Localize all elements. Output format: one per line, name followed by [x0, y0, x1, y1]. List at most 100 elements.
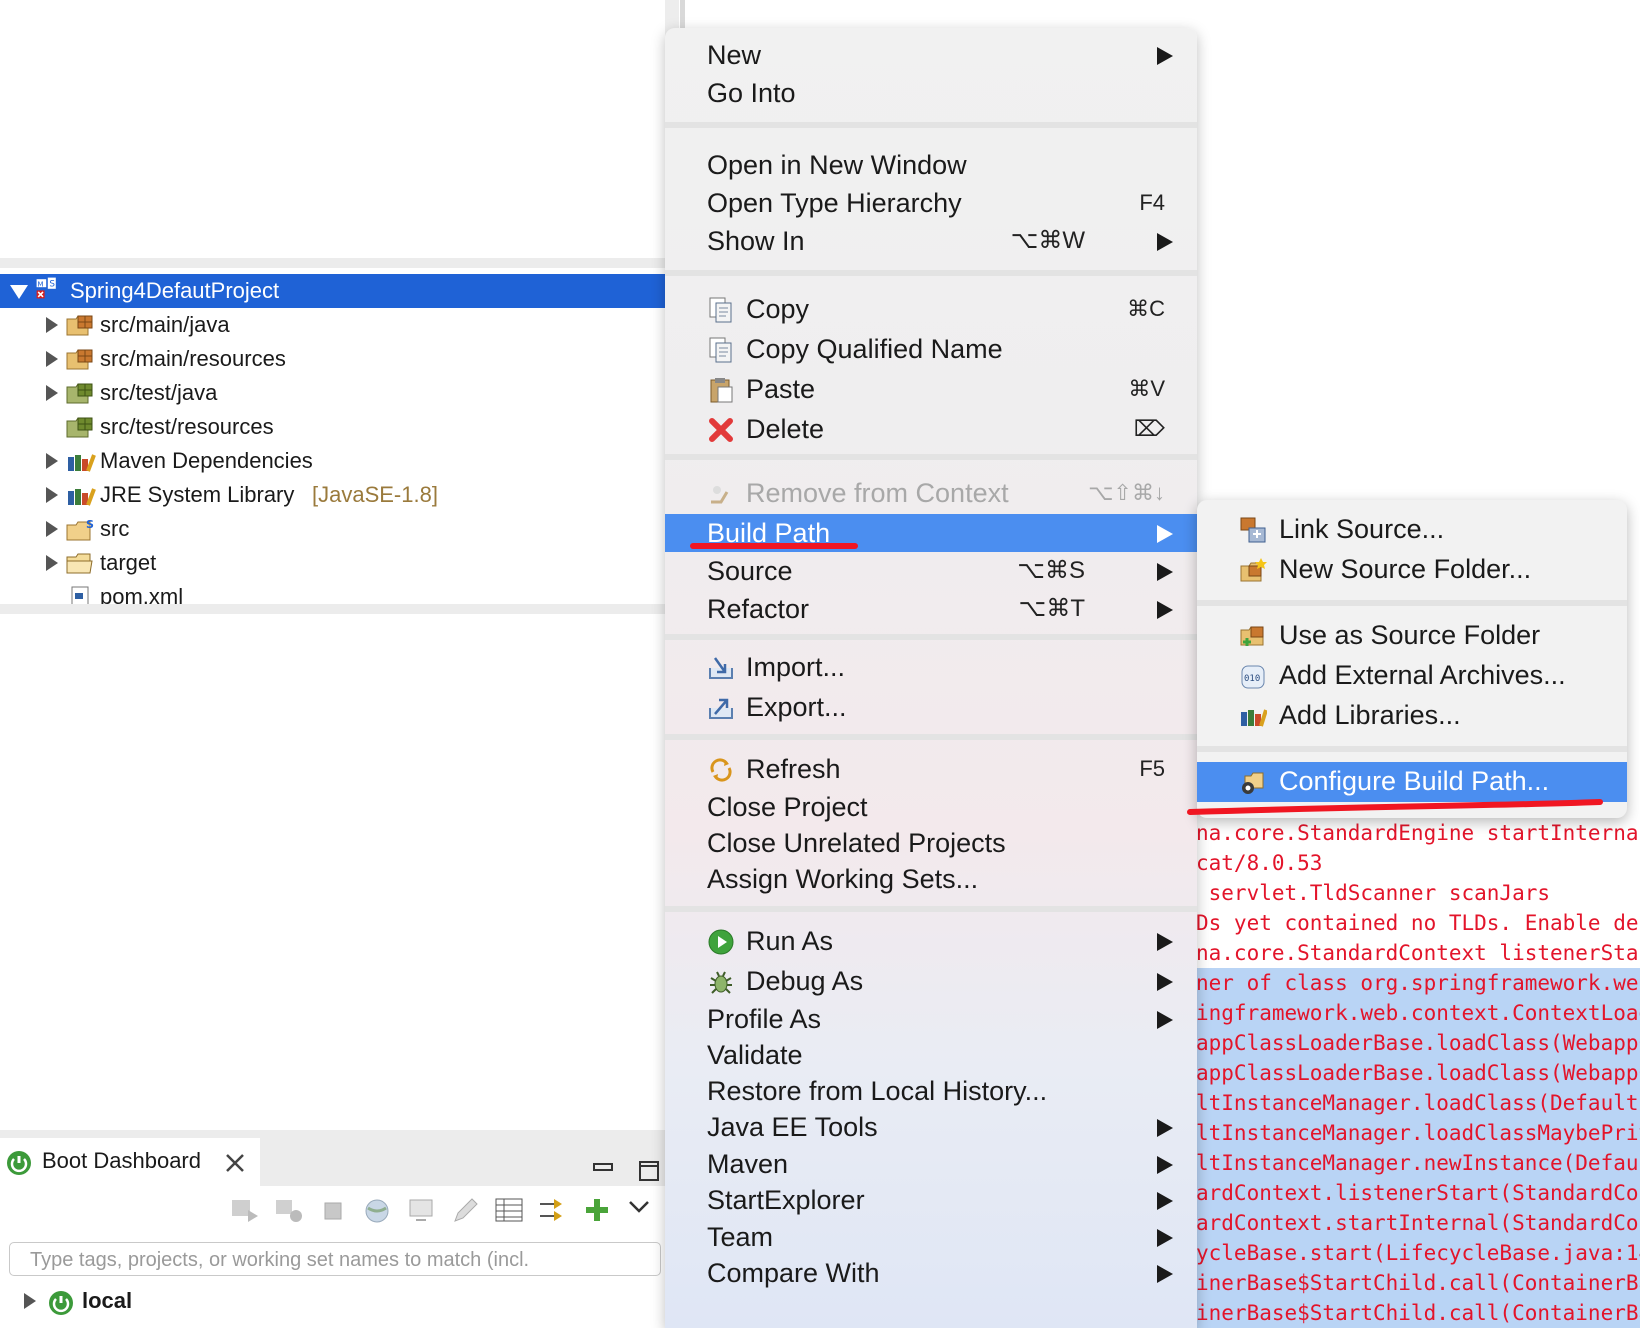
- menu-item-open-type-hierarchy[interactable]: Open Type Hierarchy F4: [665, 184, 1197, 222]
- menu-item-delete[interactable]: Delete ⌦: [665, 410, 1197, 448]
- expand-twisty-icon[interactable]: [46, 453, 58, 469]
- menu-item-close-unrelated[interactable]: Close Unrelated Projects: [665, 824, 1197, 862]
- context-menu: New Go Into Open in New Window Open Type…: [665, 28, 1197, 1328]
- new-source-folder-icon: [1240, 558, 1267, 582]
- properties-icon[interactable]: [494, 1196, 524, 1224]
- menu-separator: [665, 734, 1197, 740]
- menu-item-copy[interactable]: Copy ⌘C: [665, 290, 1197, 328]
- console-line: na.core.StandardContext listenerStart: [1196, 941, 1640, 965]
- submenu-arrow-icon: [1157, 525, 1173, 543]
- menu-item-team[interactable]: Team: [665, 1218, 1197, 1256]
- menu-item-label: Refactor: [707, 594, 810, 624]
- start-icon[interactable]: [230, 1196, 260, 1224]
- menu-item-copy-qualified-name[interactable]: Copy Qualified Name: [665, 330, 1197, 368]
- close-icon[interactable]: [224, 1152, 246, 1174]
- menu-item-assign-working-sets[interactable]: Assign Working Sets...: [665, 860, 1197, 898]
- menu-item-show-in[interactable]: Show In ⌥⌘W: [665, 222, 1197, 260]
- submenu-item-add-libraries[interactable]: Add Libraries...: [1197, 696, 1627, 734]
- add-icon[interactable]: [582, 1196, 612, 1224]
- submenu-arrow-icon: [1157, 563, 1173, 581]
- menu-item-open-new-window[interactable]: Open in New Window: [665, 146, 1197, 184]
- submenu-item-link-source[interactable]: Link Source...: [1197, 510, 1627, 548]
- menu-item-export[interactable]: Export...: [665, 688, 1197, 726]
- console-line: ardContext.startInternal(StandardConte: [1196, 1208, 1640, 1238]
- menu-item-maven[interactable]: Maven: [665, 1145, 1197, 1183]
- menu-item-java-ee-tools[interactable]: Java EE Tools: [665, 1108, 1197, 1146]
- tree-item-label: Spring4DefautProject: [70, 278, 280, 303]
- run-icon: [708, 929, 734, 955]
- console-line: appClassLoaderBase.loadClass(WebappCla: [1196, 1028, 1640, 1058]
- menu-item-debug-as[interactable]: Debug As: [665, 962, 1197, 1000]
- boot-dashboard-tab[interactable]: Boot Dashboard: [0, 1138, 260, 1186]
- expand-twisty-icon[interactable]: [24, 1293, 36, 1309]
- menu-item-refresh[interactable]: Refresh F5: [665, 750, 1197, 788]
- menu-item-label: Import...: [746, 652, 846, 682]
- menu-item-restore-history[interactable]: Restore from Local History...: [665, 1072, 1197, 1110]
- tree-item-local[interactable]: local: [0, 1282, 665, 1328]
- expand-twisty-icon[interactable]: [46, 555, 58, 571]
- submenu-arrow-icon: [1157, 601, 1173, 619]
- submenu-item-add-external-archives[interactable]: 010 Add External Archives...: [1197, 656, 1627, 694]
- expand-twisty-icon[interactable]: [46, 351, 58, 367]
- menu-item-label: StartExplorer: [707, 1185, 865, 1215]
- minimize-icon[interactable]: [592, 1160, 614, 1174]
- stop-icon[interactable]: [318, 1196, 348, 1224]
- menu-item-validate[interactable]: Validate: [665, 1036, 1197, 1074]
- menu-item-shortcut: F4: [1139, 190, 1165, 215]
- menu-item-label: Run As: [746, 926, 834, 956]
- tree-item-label: JRE System Library: [100, 482, 295, 507]
- menu-item-label: Close Unrelated Projects: [707, 828, 1006, 858]
- menu-item-go-into[interactable]: Go Into: [665, 74, 1197, 112]
- expand-twisty-icon[interactable]: [46, 521, 58, 537]
- tree-item-label: src/test/resources: [100, 414, 274, 439]
- console-line: Ds yet contained no TLDs. Enable debug: [1196, 911, 1640, 935]
- collapse-twisty-icon[interactable]: [10, 285, 28, 299]
- console-line: appClassLoaderBase.loadClass(WebappCla: [1196, 1058, 1640, 1088]
- console-line: inerBase$StartChild.call(ContainerBase: [1196, 1298, 1640, 1328]
- debug-icon[interactable]: [274, 1196, 304, 1224]
- menu-item-source[interactable]: Source ⌥⌘S: [665, 552, 1197, 590]
- menu-item-import[interactable]: Import...: [665, 648, 1197, 686]
- expand-twisty-icon[interactable]: [46, 385, 58, 401]
- delete-icon: [709, 418, 733, 442]
- menu-item-shortcut: ⌥⌘T: [1018, 595, 1085, 622]
- explorer-divider: [0, 604, 665, 614]
- edit-icon[interactable]: [450, 1196, 480, 1224]
- console-icon[interactable]: [406, 1196, 436, 1224]
- open-browser-icon[interactable]: [362, 1196, 392, 1224]
- menu-item-refactor[interactable]: Refactor ⌥⌘T: [665, 590, 1197, 628]
- menu-item-profile-as[interactable]: Profile As: [665, 1000, 1197, 1038]
- expand-twisty-icon[interactable]: [46, 317, 58, 333]
- menu-separator: [665, 634, 1197, 640]
- menu-item-new[interactable]: New: [665, 36, 1197, 74]
- boot-filter-input[interactable]: Type tags, projects, or working set name…: [9, 1242, 661, 1276]
- submenu-item-use-as-source-folder[interactable]: Use as Source Folder: [1197, 616, 1627, 654]
- menu-item-shortcut: F5: [1139, 756, 1165, 781]
- submenu-item-new-source-folder[interactable]: New Source Folder...: [1197, 550, 1627, 588]
- menu-item-label: Compare With: [707, 1258, 880, 1288]
- menu-item-shortcut: ⌥⌘S: [1017, 557, 1085, 584]
- spring-boot-icon: [7, 1151, 31, 1175]
- view-menu-icon[interactable]: [628, 1200, 650, 1214]
- explorer-empty-area: [0, 614, 665, 1130]
- package-folder-icon: [66, 315, 93, 336]
- menu-item-label: Copy Qualified Name: [746, 334, 1003, 364]
- expand-twisty-icon[interactable]: [46, 487, 58, 503]
- menu-item-startexplorer[interactable]: StartExplorer: [665, 1181, 1197, 1219]
- menu-item-remove-from-context[interactable]: Remove from Context ⌥⇧⌘↓: [665, 474, 1197, 512]
- menu-item-label: Debug As: [746, 966, 864, 996]
- submenu-arrow-icon: [1157, 1229, 1173, 1247]
- console-line: ltInstanceManager.loadClassMaybePrivi: [1196, 1118, 1640, 1148]
- tree-item-project[interactable]: M S Spring4DefautProject: [0, 274, 665, 308]
- use-as-source-icon: [1240, 626, 1264, 646]
- link-with-console-icon[interactable]: [538, 1196, 568, 1224]
- library-icon: [68, 454, 96, 472]
- menu-item-run-as[interactable]: Run As: [665, 922, 1197, 960]
- maximize-icon[interactable]: [638, 1160, 660, 1182]
- menu-item-close-project[interactable]: Close Project: [665, 788, 1197, 826]
- link-source-icon: [1240, 517, 1266, 543]
- explorer-divider: [0, 258, 665, 268]
- menu-item-compare-with[interactable]: Compare With: [665, 1254, 1197, 1292]
- menu-item-shortcut: ⌘V: [1128, 376, 1165, 401]
- menu-item-paste[interactable]: Paste ⌘V: [665, 370, 1197, 408]
